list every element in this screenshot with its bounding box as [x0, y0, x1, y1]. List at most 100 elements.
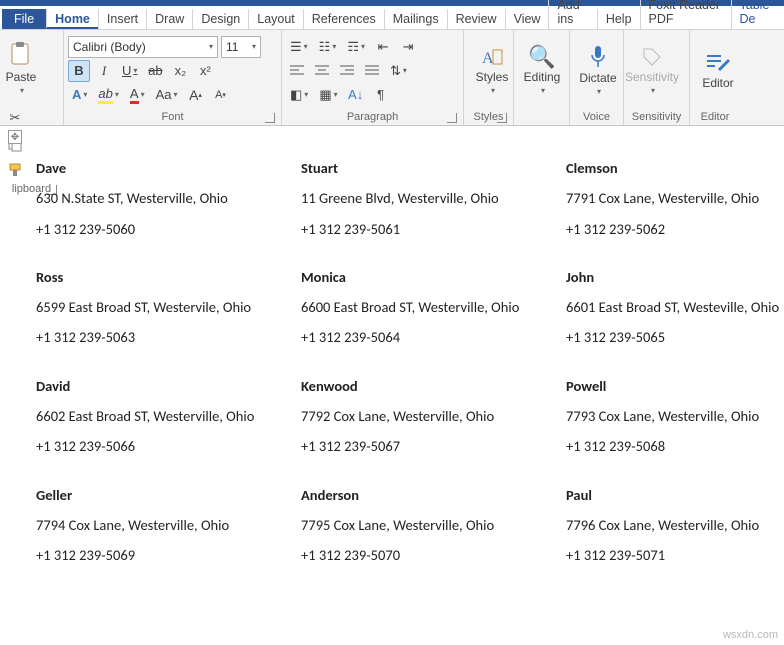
align-center-icon [315, 65, 329, 77]
group-label-editor: Editor [694, 109, 736, 125]
underline-button[interactable]: U▾ [118, 60, 141, 82]
document-area[interactable]: ✥ Dave 630 N.State ST, Westerville, Ohio +… [0, 126, 784, 566]
increase-indent-button[interactable]: ⇥ [397, 36, 419, 58]
label-cell[interactable]: Ross6599 East Broad ST, Westervile, Ohio… [36, 267, 291, 348]
chevron-down-icon: ▾ [115, 90, 119, 99]
font-name-combo[interactable]: Calibri (Body)▾ [68, 36, 218, 58]
labels-table[interactable]: Dave 630 N.State ST, Westerville, Ohio +1 … [8, 140, 784, 566]
line-spacing-icon: ⇅ [390, 63, 401, 79]
tab-table-design[interactable]: Table De [731, 0, 784, 29]
grow-font-button[interactable]: A▴ [185, 84, 207, 106]
tab-layout[interactable]: Layout [248, 9, 303, 29]
align-right-icon [340, 65, 354, 77]
bullets-button[interactable]: ☰▾ [286, 36, 312, 58]
label-name: Clemson [566, 158, 784, 178]
align-center-button[interactable] [311, 60, 333, 82]
label-name: Stuart [301, 158, 556, 178]
multilevel-list-icon: ☶ [347, 39, 359, 55]
label-address: 630 N.State ST, Westerville, Ohio [36, 188, 291, 208]
bold-button[interactable]: B [68, 60, 90, 82]
align-left-button[interactable] [286, 60, 308, 82]
label-cell[interactable]: David6602 East Broad ST, Westerville, Oh… [36, 376, 291, 457]
tab-mailings[interactable]: Mailings [384, 9, 447, 29]
font-effects-button[interactable]: A▾ [68, 84, 91, 106]
tab-home[interactable]: Home [46, 9, 98, 29]
label-cell[interactable]: Dave 630 N.State ST, Westerville, Ohio +1 … [36, 158, 291, 239]
highlight-button[interactable]: ab▾ [94, 84, 122, 106]
change-case-button[interactable]: Aa▾ [152, 84, 182, 106]
label-cell[interactable]: Anderson7795 Cox Lane, Westerville, Ohio… [301, 485, 556, 566]
label-cell[interactable]: Paul7796 Cox Lane, Westerville, Ohio+1 3… [566, 485, 784, 566]
subscript-button[interactable]: x₂ [169, 60, 191, 82]
editor-icon [705, 52, 731, 74]
label-cell[interactable]: John6601 East Broad ST, Westeville, Ohio… [566, 267, 784, 348]
paste-button[interactable]: Paste ▾ [4, 32, 38, 104]
tab-draw[interactable]: Draw [146, 9, 192, 29]
chevron-down-icon: ▾ [209, 42, 213, 51]
label-address: 6601 East Broad ST, Westeville, Ohio [566, 297, 784, 317]
editing-button[interactable]: 🔍 Editing▾ [518, 35, 566, 107]
tab-design[interactable]: Design [192, 9, 248, 29]
group-label-sensitivity: Sensitivity [628, 109, 685, 125]
ribbon-tabs: File HomeInsertDrawDesignLayoutReference… [0, 6, 784, 30]
number-list-icon: ☷ [319, 39, 331, 55]
dialog-launcher-icon[interactable] [497, 113, 507, 123]
tab-help[interactable]: Help [597, 9, 640, 29]
show-marks-button[interactable]: ¶ [370, 84, 392, 106]
tab-foxit-reader-pdf[interactable]: Foxit Reader PDF [640, 0, 731, 29]
numbering-button[interactable]: ☷▾ [315, 36, 341, 58]
shrink-font-button[interactable]: A▾ [210, 84, 232, 106]
scissors-icon: ✂ [10, 110, 21, 126]
label-cell[interactable]: Stuart11 Greene Blvd, Westerville, Ohio+… [301, 158, 556, 239]
strikethrough-button[interactable]: ab [144, 60, 166, 82]
label-cell[interactable]: Clemson7791 Cox Lane, Westerville, Ohio+… [566, 158, 784, 239]
italic-button[interactable]: I [93, 60, 115, 82]
label-phone: +1 312 239-5060 [36, 219, 291, 239]
label-phone: +1 312 239-5061 [301, 219, 556, 239]
dialog-launcher-icon[interactable] [447, 113, 457, 123]
microphone-icon [588, 45, 608, 69]
dictate-button[interactable]: Dictate▾ [574, 35, 622, 107]
editor-label: Editor [702, 76, 733, 90]
label-address: 7793 Cox Lane, Westerville, Ohio [566, 406, 784, 426]
tab-add-ins[interactable]: Add-ins [548, 0, 596, 29]
borders-icon: ▦ [319, 87, 331, 103]
paste-label: Paste [6, 70, 37, 84]
label-phone: +1 312 239-5065 [566, 327, 784, 347]
superscript-button[interactable]: x² [194, 60, 216, 82]
label-name: Dave [36, 158, 291, 178]
font-color-button[interactable]: A▾ [126, 84, 149, 106]
font-size-combo[interactable]: 11▾ [221, 36, 261, 58]
label-cell[interactable]: Geller7794 Cox Lane, Westerville, Ohio+1… [36, 485, 291, 566]
chevron-down-icon: ▾ [651, 86, 655, 95]
group-styles: A Styles▾ Styles [464, 30, 514, 125]
tab-insert[interactable]: Insert [98, 9, 146, 29]
multilevel-button[interactable]: ☶▾ [343, 36, 369, 58]
paint-bucket-icon: ◧ [290, 87, 302, 103]
label-cell[interactable]: Monica6600 East Broad ST, Westerville, O… [301, 267, 556, 348]
label-cell[interactable]: Kenwood7792 Cox Lane, Westerville, Ohio+… [301, 376, 556, 457]
shading-button[interactable]: ◧▾ [286, 84, 312, 106]
tab-references[interactable]: References [303, 9, 384, 29]
align-right-button[interactable] [336, 60, 358, 82]
sort-button[interactable]: A↓ [345, 84, 367, 106]
styles-button[interactable]: A Styles▾ [468, 35, 516, 107]
label-address: 7792 Cox Lane, Westerville, Ohio [301, 406, 556, 426]
decrease-indent-button[interactable]: ⇤ [372, 36, 394, 58]
tab-file[interactable]: File [2, 9, 46, 29]
group-voice: Dictate▾ Voice [570, 30, 624, 125]
justify-button[interactable] [361, 60, 383, 82]
borders-button[interactable]: ▦▾ [315, 84, 341, 106]
group-paragraph: ☰▾ ☷▾ ☶▾ ⇤ ⇥ ⇅▾ ◧▾ ▦▾ A↓ ¶ Paragraph [282, 30, 464, 125]
tab-review[interactable]: Review [447, 9, 505, 29]
line-spacing-button[interactable]: ⇅▾ [386, 60, 411, 82]
table-move-handle[interactable]: ✥ [8, 130, 22, 144]
label-address: 7795 Cox Lane, Westerville, Ohio [301, 515, 556, 535]
tab-view[interactable]: View [505, 9, 549, 29]
search-icon: 🔍 [528, 46, 555, 68]
pilcrow-icon: ¶ [377, 87, 384, 102]
chevron-down-icon: ▾ [541, 86, 545, 95]
label-cell[interactable]: Powell7793 Cox Lane, Westerville, Ohio+1… [566, 376, 784, 457]
editor-button[interactable]: Editor [694, 35, 742, 107]
dialog-launcher-icon[interactable] [265, 113, 275, 123]
